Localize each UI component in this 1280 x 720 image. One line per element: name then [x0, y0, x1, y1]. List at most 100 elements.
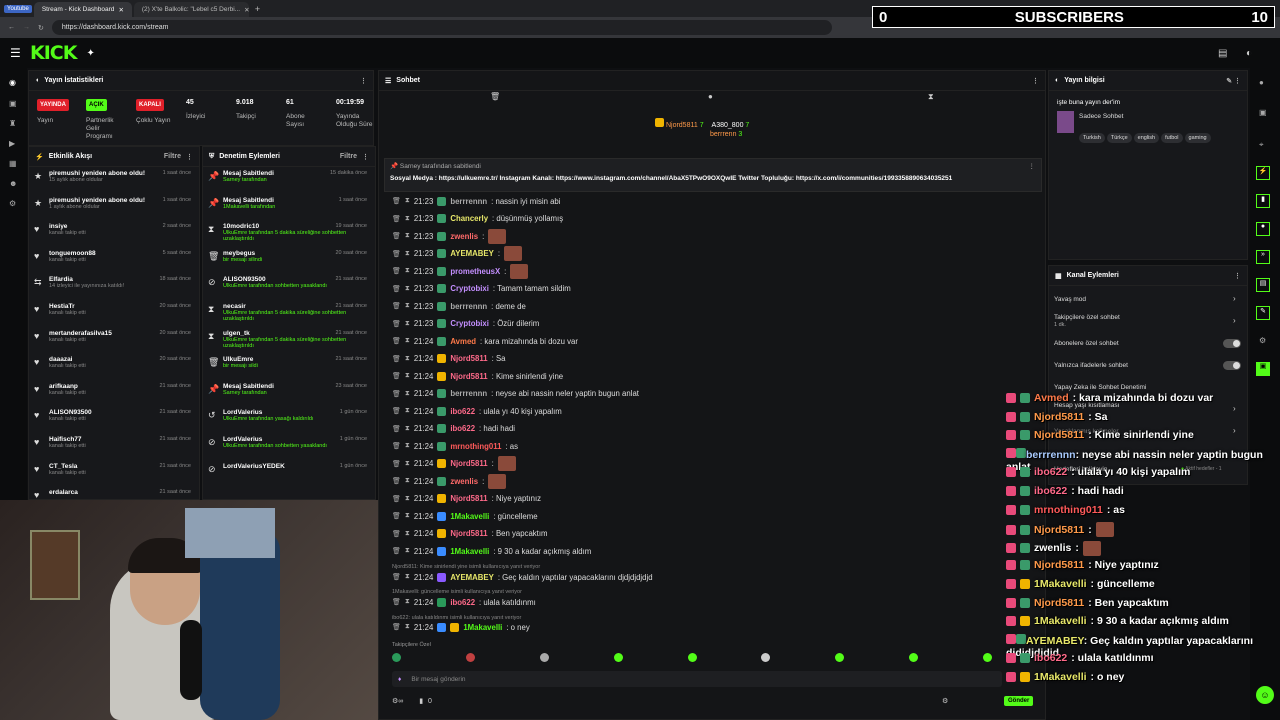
message-user[interactable]: berrrennn: [450, 389, 487, 398]
action-followers-only[interactable]: Takipçilere özel sohbet: [1054, 314, 1120, 321]
action-ai-moderation[interactable]: Yapay Zeka ile Sohbet Denetimi: [1054, 384, 1146, 391]
delete-icon[interactable]: 🗑: [392, 355, 401, 363]
filter-button[interactable]: Filtre: [340, 153, 357, 160]
delete-icon[interactable]: 🗑: [392, 530, 401, 538]
points-icon[interactable]: ▮: [419, 698, 423, 705]
gifter-name[interactable]: Njord5811: [666, 122, 698, 129]
moderation-item[interactable]: 📌 Mesaj Sabitlendi Sarney tarafından 15 dak…: [203, 167, 375, 194]
tag[interactable]: futbol: [1161, 133, 1183, 143]
activity-item[interactable]: ♥ ALISON93500 kanalı takip etti 21 saat önc…: [29, 406, 199, 433]
chevron-right-icon[interactable]: ›: [1233, 426, 1236, 435]
activity-item[interactable]: ♥ HestiaTr kanalı takip etti 20 saat önce: [29, 300, 199, 327]
browser-tab-x[interactable]: (2) X'te Balkolic: "Lebel c5 Derbi... ✕: [133, 2, 249, 17]
gifter-name[interactable]: berrrenn: [710, 131, 736, 138]
chevron-right-icon[interactable]: ›: [1233, 404, 1236, 413]
delete-icon[interactable]: 🗑: [392, 407, 401, 415]
rail-icon[interactable]: ⚡: [1256, 166, 1270, 180]
delete-icon[interactable]: 🗑: [392, 232, 401, 240]
timeout-icon[interactable]: ⧗: [405, 460, 410, 468]
close-icon[interactable]: ✕: [244, 6, 249, 14]
gifter-name[interactable]: A380_800: [712, 122, 744, 129]
browser-tab-kick[interactable]: Stream - Kick Dashboard ✕: [33, 2, 132, 17]
message-user[interactable]: Njord5811: [450, 354, 487, 363]
chevron-right-icon[interactable]: ›: [1233, 316, 1236, 325]
edit-icon[interactable]: ✎ ⋮: [1226, 77, 1241, 85]
more-icon[interactable]: ⋮: [1234, 272, 1241, 280]
emote-only-toggle[interactable]: [1223, 361, 1241, 370]
emote-icon[interactable]: [761, 653, 771, 662]
message-user[interactable]: ibo622: [450, 407, 475, 416]
moderation-item[interactable]: 📌 Mesaj Sabitlendi Sarney tarafından 23 saa…: [203, 380, 375, 407]
timeout-icon[interactable]: ⧗: [405, 285, 410, 293]
rail-icon[interactable]: ●: [1256, 222, 1270, 236]
moderation-item[interactable]: ⊘ LordValerius UlkuEmre tarafından sohbett…: [203, 433, 375, 460]
delete-icon[interactable]: 🗑: [392, 495, 401, 503]
activity-item[interactable]: ♥ Haifisch77 kanalı takip etti 21 saat önce: [29, 433, 199, 460]
rail-icon[interactable]: ▮: [1256, 194, 1270, 208]
delete-icon[interactable]: 🗑: [392, 267, 401, 275]
more-icon[interactable]: ⋮: [360, 77, 367, 85]
emote-icon[interactable]: [983, 653, 992, 662]
help-icon[interactable]: ☺: [1256, 686, 1274, 704]
message-user[interactable]: Njord5811: [450, 529, 487, 538]
timeout-icon[interactable]: ⧗: [405, 425, 410, 433]
emote-icon[interactable]: [465, 653, 475, 662]
youtube-badge[interactable]: Youtube: [4, 5, 32, 13]
message-user[interactable]: 1Makavelli: [450, 512, 489, 521]
delete-icon[interactable]: 🗑: [392, 547, 401, 555]
moderation-item[interactable]: 📌 Mesaj Sabitlendi 1Makavelli tarafından 1 …: [203, 194, 375, 221]
timeout-icon[interactable]: ⧗: [405, 215, 410, 223]
link-icon[interactable]: ⚙∞: [392, 698, 403, 705]
moderation-item[interactable]: ⧗ 10modric10 UlkuEmre tarafından 5 dakika …: [203, 220, 375, 247]
activity-item[interactable]: ⇆ Elfardia 14 izleyici ile yayınınıza katı…: [29, 273, 199, 300]
message-user[interactable]: ibo622: [450, 424, 475, 433]
message-user[interactable]: AYEMABEY: [450, 249, 493, 258]
delete-icon[interactable]: 🗑: [392, 425, 401, 433]
delete-icon[interactable]: 🗑: [392, 250, 401, 258]
message-user[interactable]: Njord5811: [450, 494, 487, 503]
moderation-item[interactable]: ⊘ LordValeriusYEDEK 1 gün önce: [203, 460, 375, 487]
emote-icon[interactable]: [392, 653, 401, 662]
emote-icon[interactable]: [909, 653, 919, 662]
delete-icon[interactable]: 🗑: [392, 460, 401, 468]
rail-icon[interactable]: ⌖: [1259, 140, 1264, 150]
timeout-icon[interactable]: ⧗: [405, 337, 410, 345]
timeout-icon[interactable]: ⧗: [405, 267, 410, 275]
delete-icon[interactable]: 🗑: [392, 573, 401, 581]
multistream-badge[interactable]: KAPALI: [136, 99, 164, 111]
delete-icon[interactable]: 🗑: [392, 598, 401, 606]
rail-icon[interactable]: ▣: [1259, 108, 1267, 117]
tag[interactable]: Turkish: [1079, 133, 1105, 143]
message-user[interactable]: Cryptobixi: [450, 319, 489, 328]
delete-icon[interactable]: 🗑: [392, 442, 401, 450]
timeout-icon[interactable]: ⧗: [405, 477, 410, 485]
delete-icon[interactable]: 🗑: [392, 512, 401, 520]
nav-trophy-icon[interactable]: ♜: [9, 119, 16, 128]
message-user[interactable]: mrnothing011: [450, 442, 501, 451]
moderation-item[interactable]: 🗑 UlkuEmre bir mesajı sildi 21 saat önce: [203, 353, 375, 380]
rail-icon[interactable]: ▣: [1256, 362, 1270, 376]
partner-badge[interactable]: AÇIK: [86, 99, 107, 111]
more-icon[interactable]: ⋮: [1029, 162, 1036, 170]
pin-icon[interactable]: ✦: [86, 48, 94, 59]
rail-icon[interactable]: ▤: [1256, 278, 1270, 292]
chat-input[interactable]: ♦ Bir mesaj gönderin: [392, 671, 1002, 687]
moderation-item[interactable]: ⧗ necasir UlkuEmre tarafından 5 dakika sür…: [203, 300, 375, 327]
message-user[interactable]: 1Makavelli: [463, 623, 502, 632]
moderation-item[interactable]: ⧗ ulgen_tk UlkuEmre tarafından 5 dakika sü…: [203, 327, 375, 354]
nav-video-icon[interactable]: ▶: [9, 139, 15, 148]
timeout-icon[interactable]: ⧗: [405, 372, 410, 380]
delete-icon[interactable]: 🗑: [392, 302, 401, 310]
timeout-icon[interactable]: ⧗: [405, 355, 410, 363]
delete-icon[interactable]: 🗑: [392, 320, 401, 328]
message-user[interactable]: Cryptobixi: [450, 284, 489, 293]
close-icon[interactable]: ✕: [118, 6, 123, 14]
message-user[interactable]: 1Makavelli: [450, 547, 489, 556]
message-user[interactable]: berrrennn: [450, 302, 487, 311]
new-tab-button[interactable]: +: [255, 4, 260, 14]
activity-item[interactable]: ♥ erdalarca 21 saat önce: [29, 486, 199, 499]
action-slow-mode[interactable]: Yavaş mod: [1054, 296, 1086, 303]
message-user[interactable]: zwenlis: [450, 477, 478, 486]
nav-stream-icon[interactable]: ◉: [9, 78, 16, 87]
filter-button[interactable]: Filtre: [164, 153, 181, 160]
